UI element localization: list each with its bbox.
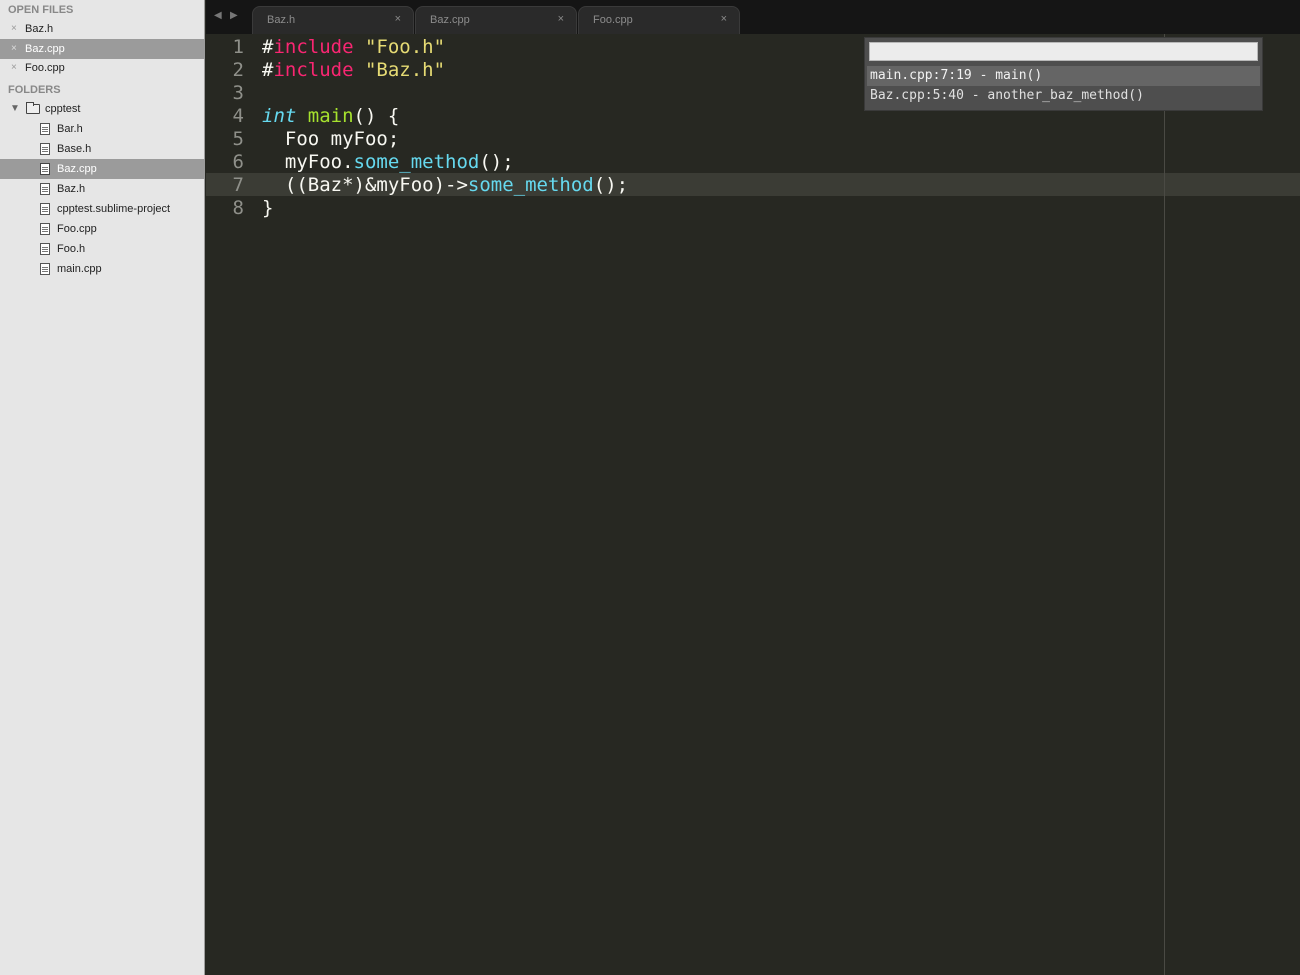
method-call-token: some_method <box>353 151 480 173</box>
open-file-label: Baz.cpp <box>25 43 65 55</box>
code-editor[interactable]: 1 2 3 4 5 6 7 8 #include "Foo.h" #includ… <box>206 34 1300 975</box>
goto-input[interactable] <box>869 42 1258 61</box>
token: Foo myFoo; <box>262 128 400 150</box>
open-folder-icon <box>26 102 40 114</box>
keyword-token: include <box>273 36 354 58</box>
function-name-token: main <box>307 105 354 127</box>
line-number: 7 <box>232 174 244 196</box>
line-number: 2 <box>232 59 244 81</box>
tree-file-label: main.cpp <box>57 263 102 275</box>
tab-foo-cpp[interactable]: Foo.cpp × <box>578 6 740 34</box>
line-number: 4 <box>232 105 244 127</box>
token: myFoo. <box>262 151 354 173</box>
line-number: 5 <box>232 128 244 150</box>
file-icon <box>40 203 50 215</box>
tree-file-cpptest-sublime-project[interactable]: cpptest.sublime-project <box>0 199 205 219</box>
tab-label: Baz.cpp <box>430 14 470 26</box>
tab-close-icon[interactable]: × <box>395 13 401 25</box>
open-file-label: Baz.h <box>25 23 54 35</box>
folder-cpptest[interactable]: ▼ cpptest <box>0 99 205 119</box>
string-token: "Baz.h" <box>364 59 446 81</box>
open-file-label: Foo.cpp <box>25 62 65 74</box>
token: () { <box>353 105 400 127</box>
file-icon <box>40 143 50 155</box>
back-arrow-icon[interactable]: ◀ <box>214 10 222 21</box>
tab-baz-cpp[interactable]: Baz.cpp × <box>415 6 577 34</box>
file-icon <box>40 263 50 275</box>
tree-file-label: Base.h <box>57 143 92 155</box>
file-icon <box>40 183 50 195</box>
close-icon[interactable]: × <box>11 58 17 78</box>
line-number: 1 <box>232 36 244 58</box>
tree-file-baz-cpp[interactable]: Baz.cpp <box>0 159 205 179</box>
code-line-1: #include "Foo.h" <box>262 36 445 58</box>
goto-result-item[interactable]: Baz.cpp:5:40 - another_baz_method() <box>867 86 1260 106</box>
tab-close-icon[interactable]: × <box>721 13 727 25</box>
token: (); <box>593 174 629 196</box>
code-line-2: #include "Baz.h" <box>262 59 445 81</box>
sidebar: OPEN FILES × Baz.h × Baz.cpp × Foo.cpp F… <box>0 0 205 975</box>
open-file-baz-cpp[interactable]: × Baz.cpp <box>0 39 205 59</box>
tree-file-label: Bar.h <box>57 123 83 135</box>
forward-arrow-icon[interactable]: ▶ <box>230 10 238 21</box>
method-call-token: some_method <box>467 174 594 196</box>
tab-close-icon[interactable]: × <box>558 13 564 25</box>
tab-label: Baz.h <box>267 14 296 26</box>
string-token: "Foo.h" <box>364 36 446 58</box>
file-icon <box>40 123 50 135</box>
tree-file-label: Baz.h <box>57 183 86 195</box>
tree-file-main-cpp[interactable]: main.cpp <box>0 259 205 279</box>
open-file-baz-h[interactable]: × Baz.h <box>0 19 205 39</box>
code-line-5: Foo myFoo; <box>262 128 399 150</box>
tree-file-label: Baz.cpp <box>57 163 97 175</box>
tree-file-foo-cpp[interactable]: Foo.cpp <box>0 219 205 239</box>
line-number: 8 <box>232 197 244 219</box>
file-icon <box>40 163 50 175</box>
tree-file-foo-h[interactable]: Foo.h <box>0 239 205 259</box>
line-number: 3 <box>232 82 244 104</box>
open-files-header: OPEN FILES <box>8 4 74 16</box>
column-ruler <box>1164 34 1165 975</box>
tab-baz-h[interactable]: Baz.h × <box>252 6 414 34</box>
token: # <box>262 59 274 81</box>
close-icon[interactable]: × <box>11 19 17 39</box>
code-line-4: int main() { <box>262 105 399 127</box>
goto-result-item[interactable]: main.cpp:7:19 - main() <box>867 66 1260 86</box>
keyword-token: include <box>273 59 354 81</box>
close-icon[interactable]: × <box>11 39 17 59</box>
token: (); <box>479 151 514 173</box>
token: # <box>262 36 274 58</box>
token: ((Baz*)&myFoo)-> <box>262 174 468 196</box>
token: } <box>262 197 274 219</box>
open-file-foo-cpp[interactable]: × Foo.cpp <box>0 58 205 78</box>
tree-file-label: Foo.h <box>57 243 86 255</box>
tab-bar: ◀ ▶ Baz.h × Baz.cpp × Foo.cpp × <box>206 0 1300 34</box>
folders-header: FOLDERS <box>8 84 61 96</box>
type-token: int <box>262 105 297 127</box>
tab-label: Foo.cpp <box>593 14 633 26</box>
folder-label: cpptest <box>45 103 81 115</box>
file-icon <box>40 243 50 255</box>
line-number: 6 <box>232 151 244 173</box>
tree-file-baz-h[interactable]: Baz.h <box>0 179 205 199</box>
code-line-8: } <box>262 197 273 219</box>
goto-definition-popup: main.cpp:7:19 - main() Baz.cpp:5:40 - an… <box>864 37 1263 111</box>
code-line-6: myFoo.some_method(); <box>262 151 514 173</box>
tree-file-base-h[interactable]: Base.h <box>0 139 205 159</box>
disclosure-arrow-icon[interactable]: ▼ <box>10 99 20 119</box>
code-line-7: ((Baz*)&myFoo)->some_method(); <box>262 174 628 196</box>
tree-file-label: Foo.cpp <box>57 223 97 235</box>
tree-file-label: cpptest.sublime-project <box>57 203 171 215</box>
tree-file-bar-h[interactable]: Bar.h <box>0 119 205 139</box>
file-icon <box>40 223 50 235</box>
